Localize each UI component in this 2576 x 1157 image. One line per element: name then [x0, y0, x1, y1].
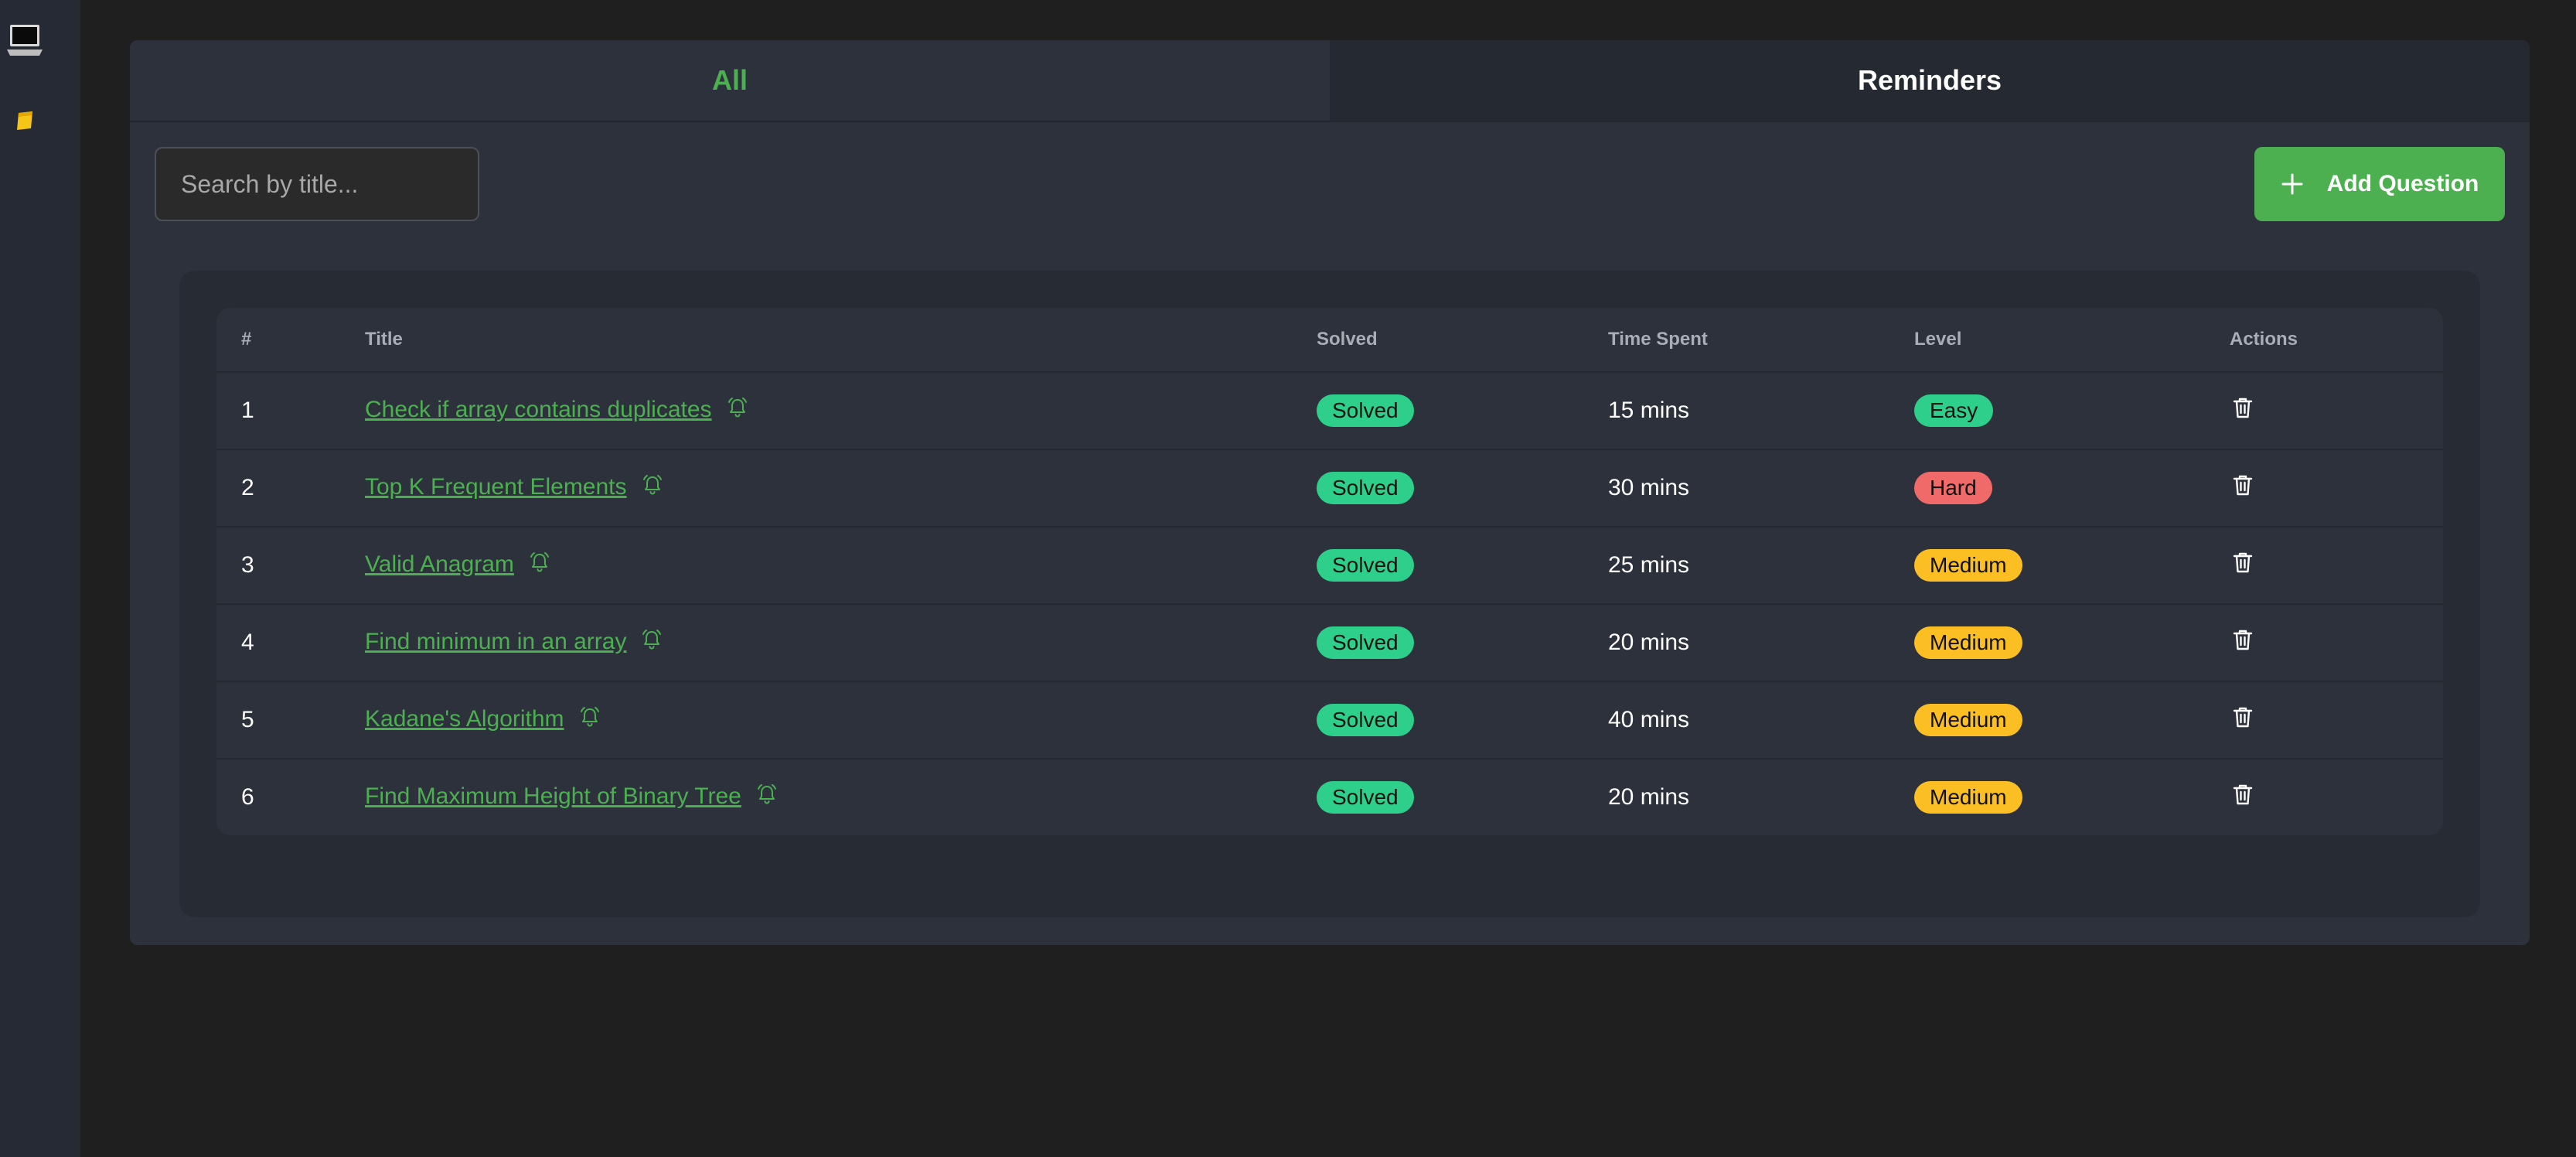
row-level-cell: Medium — [1889, 759, 2205, 835]
bell-icon[interactable] — [641, 473, 664, 503]
row-level-cell: Medium — [1889, 604, 2205, 682]
row-actions-cell — [2205, 527, 2443, 605]
row-title-cell: Find Maximum Height of Binary Tree — [340, 759, 1292, 835]
add-question-label: Add Question — [2326, 171, 2479, 196]
trash-icon[interactable] — [2231, 395, 2254, 426]
level-badge: Medium — [1914, 626, 2022, 659]
trash-icon[interactable] — [2231, 705, 2254, 735]
question-title-link[interactable]: Find Maximum Height of Binary Tree — [365, 783, 741, 809]
row-title-cell: Kadane's Algorithm — [340, 681, 1292, 759]
solved-badge: Solved — [1317, 394, 1414, 427]
row-number: 2 — [216, 449, 340, 527]
row-actions-cell — [2205, 759, 2443, 835]
row-number: 4 — [216, 604, 340, 682]
sidebar — [0, 0, 80, 1157]
solved-badge: Solved — [1317, 626, 1414, 659]
row-time-spent: 20 mins — [1583, 604, 1889, 682]
row-title-cell: Check if array contains duplicates — [340, 372, 1292, 450]
notes-icon[interactable] — [0, 105, 49, 136]
solved-badge: Solved — [1317, 472, 1414, 504]
row-number: 1 — [216, 372, 340, 450]
row-solved-cell: Solved — [1292, 372, 1583, 450]
row-time-spent: 20 mins — [1608, 784, 1690, 810]
row-level-cell: Medium — [1889, 527, 2205, 605]
bell-icon[interactable] — [640, 628, 663, 657]
table-row: 2 Top K Frequent Elements Solved 30 mins Har… — [216, 449, 2443, 527]
table-header-row: # Title Solved Time Spent Level Actions — [216, 308, 2443, 373]
search-input[interactable] — [155, 147, 479, 221]
trash-icon[interactable] — [2231, 473, 2254, 503]
tab-all[interactable]: All — [130, 40, 1330, 121]
row-actions-cell — [2205, 681, 2443, 759]
solved-badge: Solved — [1317, 549, 1414, 582]
row-time-spent: 25 mins — [1583, 527, 1889, 605]
table-row: 5 Kadane's Algorithm Solved 40 mins Medium — [216, 681, 2443, 759]
row-number: 5 — [216, 681, 340, 759]
trash-icon[interactable] — [2231, 627, 2254, 658]
table-row: 3 Valid Anagram Solved 25 mins Medium — [216, 527, 2443, 605]
bell-icon[interactable] — [755, 783, 779, 812]
row-number: 6 — [241, 784, 254, 810]
solved-badge: Solved — [1317, 781, 1414, 814]
row-level-cell: Hard — [1889, 449, 2205, 527]
row-time-spent: 40 mins — [1583, 681, 1889, 759]
row-solved-cell: Solved — [1292, 759, 1583, 835]
header-number: # — [216, 308, 340, 373]
table-body: 1 Check if array contains duplicates Solve… — [216, 372, 2443, 835]
row-time-spent: 30 mins — [1583, 449, 1889, 527]
bell-icon[interactable] — [726, 396, 749, 425]
row-time-spent: 15 mins — [1583, 372, 1889, 450]
row-level-cell: Easy — [1889, 372, 2205, 450]
header-solved: Solved — [1292, 308, 1583, 373]
table-container: # Title Solved Time Spent Level Actions … — [179, 271, 2480, 917]
row-solved-cell: Solved — [1292, 527, 1583, 605]
row-solved-cell: Solved — [1292, 449, 1583, 527]
level-badge: Medium — [1914, 704, 2022, 736]
questions-table-card: # Title Solved Time Spent Level Actions … — [216, 308, 2443, 835]
level-badge: Medium — [1914, 781, 2022, 814]
row-solved-cell: Solved — [1292, 604, 1583, 682]
row-title-cell: Top K Frequent Elements — [340, 449, 1292, 527]
trash-icon[interactable] — [2231, 782, 2254, 813]
plus-icon — [2281, 173, 2303, 195]
question-title-link[interactable]: Find minimum in an array — [365, 629, 626, 654]
level-badge: Easy — [1914, 394, 1994, 427]
bell-icon[interactable] — [578, 705, 601, 735]
tab-bar: All Reminders — [130, 40, 2530, 122]
solved-badge: Solved — [1317, 704, 1414, 736]
level-badge: Hard — [1914, 472, 1992, 504]
question-title-link[interactable]: Valid Anagram — [365, 551, 514, 577]
laptop-icon[interactable] — [0, 19, 49, 62]
table-row: 6 Find Maximum Height of Binary Tree Solve… — [216, 759, 2443, 835]
row-actions-cell — [2205, 604, 2443, 682]
header-actions: Actions — [2205, 308, 2443, 373]
row-level-cell: Medium — [1889, 681, 2205, 759]
bell-icon[interactable] — [528, 551, 551, 580]
question-title-link[interactable]: Check if array contains duplicates — [365, 397, 712, 422]
row-solved-cell: Solved — [1292, 681, 1583, 759]
row-actions-cell — [2205, 372, 2443, 450]
table-row: 1 Check if array contains duplicates Solve… — [216, 372, 2443, 450]
question-title-link[interactable]: Kadane's Algorithm — [365, 706, 564, 732]
row-title-cell: Valid Anagram — [340, 527, 1292, 605]
row-number: 3 — [216, 527, 340, 605]
add-question-button[interactable]: Add Question — [2254, 147, 2505, 221]
questions-table: # Title Solved Time Spent Level Actions … — [216, 308, 2443, 835]
question-title-link[interactable]: Top K Frequent Elements — [365, 474, 627, 500]
table-row: 4 Find minimum in an array Solved 20 mins Me… — [216, 604, 2443, 682]
header-level: Level — [1889, 308, 2205, 373]
level-badge: Medium — [1914, 549, 2022, 582]
row-title-cell: Find minimum in an array — [340, 604, 1292, 682]
trash-icon[interactable] — [2231, 550, 2254, 581]
row-actions-cell — [2205, 449, 2443, 527]
header-title: Title — [340, 308, 1292, 373]
questions-panel: All Reminders Add Question # — [130, 40, 2530, 945]
header-time-spent: Time Spent — [1583, 308, 1889, 373]
tab-reminders[interactable]: Reminders — [1330, 40, 2530, 121]
